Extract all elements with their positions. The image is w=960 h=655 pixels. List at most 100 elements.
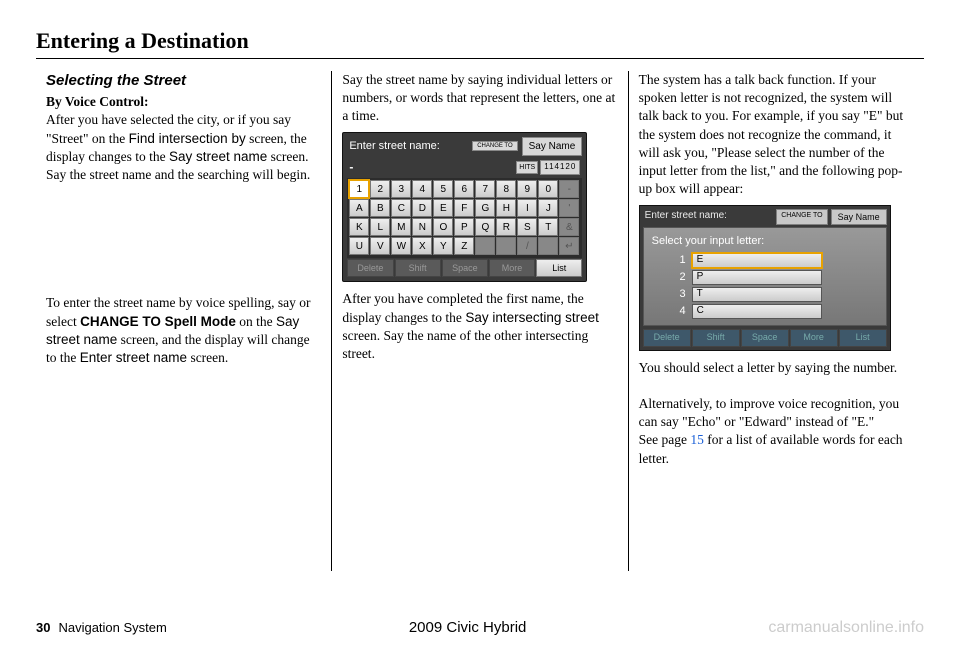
text: screen. — [187, 350, 228, 365]
ui-say-intersecting-street: Say intersecting street — [465, 310, 599, 325]
bold-change-to-spell: CHANGE TO Spell Mode — [80, 314, 236, 329]
key-h: H — [496, 199, 516, 217]
nav-space-button: Space — [442, 259, 488, 277]
key-e: E — [433, 199, 453, 217]
popup-delete-button: Delete — [643, 329, 691, 347]
key-l: L — [370, 218, 390, 236]
key-d: D — [412, 199, 432, 217]
key-o: O — [433, 218, 453, 236]
popup-num-1: 1 — [676, 253, 686, 268]
key-k: K — [349, 218, 369, 236]
key-dash: - — [559, 180, 579, 198]
key-8: 8 — [496, 180, 516, 198]
key-blank2 — [496, 237, 516, 255]
nav-list-button: List — [536, 259, 582, 277]
key-g: G — [475, 199, 495, 217]
popup-bg-label: Enter street name: — [643, 209, 774, 225]
key-0: 0 — [538, 180, 558, 198]
nav-keyboard: 1 2 3 4 5 6 7 8 9 0 - A B — [347, 178, 582, 258]
popup-val-3: T — [692, 287, 822, 302]
para-talkback: The system has a talk back function. If … — [639, 71, 914, 199]
nav-delete-button: Delete — [347, 259, 393, 277]
nav-change-to-chip: CHANGE TO — [472, 141, 517, 151]
subhead-voice-control: By Voice Control: — [46, 94, 149, 109]
footer-model: 2009 Civic Hybrid — [167, 619, 768, 636]
key-j: J — [538, 199, 558, 217]
key-m: M — [391, 218, 411, 236]
column-1: Selecting the Street By Voice Control: A… — [36, 71, 331, 571]
popup-title: Select your input letter: — [652, 234, 878, 249]
text: See page — [639, 432, 691, 447]
page-link-15[interactable]: 15 — [690, 432, 704, 447]
key-blank1 — [475, 237, 495, 255]
key-v: V — [370, 237, 390, 255]
key-q: Q — [475, 218, 495, 236]
text: screen. Say the name of the other inters… — [342, 328, 588, 361]
nav-input-cursor: - — [349, 159, 353, 175]
key-7: 7 — [475, 180, 495, 198]
key-enter-icon: ↵ — [559, 237, 579, 255]
key-r: R — [496, 218, 516, 236]
para-voice-intro: By Voice Control: After you have selecte… — [46, 93, 321, 184]
nav-shift-button: Shift — [395, 259, 441, 277]
popup-val-2: P — [692, 270, 822, 285]
key-blank3 — [538, 237, 558, 255]
key-5: 5 — [433, 180, 453, 198]
nav-more-button: More — [489, 259, 535, 277]
popup-change-to: CHANGE TO — [776, 209, 827, 225]
nav-hits-value: 114120 — [540, 160, 580, 175]
nav-keyboard-screenshot: Enter street name: CHANGE TO Say Name - … — [342, 132, 587, 283]
text: on the — [236, 314, 276, 329]
key-3: 3 — [391, 180, 411, 198]
ui-enter-street-name: Enter street name — [80, 350, 187, 365]
key-u: U — [349, 237, 369, 255]
nav-header-label: Enter street name: — [347, 139, 468, 154]
page-footer: 30 Navigation System 2009 Civic Hybrid c… — [36, 619, 924, 637]
para-say-letters: Say the street name by saying individual… — [342, 71, 617, 126]
key-amp: & — [559, 218, 579, 236]
column-3: The system has a talk back function. If … — [628, 71, 924, 571]
key-s: S — [517, 218, 537, 236]
footer-watermark: carmanualsonline.info — [768, 619, 924, 637]
ui-find-intersection: Find intersection by — [129, 131, 246, 146]
content-columns: Selecting the Street By Voice Control: A… — [36, 71, 924, 571]
key-9: 9 — [517, 180, 537, 198]
para-after-first-name: After you have completed the first name,… — [342, 290, 617, 363]
key-a: A — [349, 199, 369, 217]
popup-num-2: 2 — [676, 270, 686, 285]
para-spell-mode: To enter the street name by voice spelli… — [46, 294, 321, 367]
footer-system-name: Navigation System — [58, 620, 166, 635]
popup-val-4: C — [692, 304, 822, 319]
popup-more-button: More — [790, 329, 838, 347]
popup-num-3: 3 — [676, 287, 686, 302]
popup-space-button: Space — [741, 329, 789, 347]
nav-say-name-button: Say Name — [522, 137, 583, 157]
key-x: X — [412, 237, 432, 255]
nav-hits-label: HITS — [516, 161, 538, 174]
para-select-by-number: You should select a letter by saying the… — [639, 359, 914, 377]
key-4: 4 — [412, 180, 432, 198]
key-t: T — [538, 218, 558, 236]
section-title: Selecting the Street — [46, 71, 321, 91]
text: Alternatively, to improve voice recognit… — [639, 396, 899, 429]
column-2: Say the street name by saying individual… — [331, 71, 627, 571]
key-c: C — [391, 199, 411, 217]
popup-shift-button: Shift — [692, 329, 740, 347]
para-alternative: Alternatively, to improve voice recognit… — [639, 395, 914, 468]
popup-option-1: 1 E — [676, 253, 878, 268]
popup-option-3: 3 T — [676, 287, 878, 302]
key-y: Y — [433, 237, 453, 255]
popup-list-button: List — [839, 329, 887, 347]
popup-num-4: 4 — [676, 304, 686, 319]
popup-say-name: Say Name — [831, 209, 887, 225]
key-6: 6 — [454, 180, 474, 198]
key-apostrophe: ' — [559, 199, 579, 217]
key-slash: / — [517, 237, 537, 255]
page-title: Entering a Destination — [36, 28, 924, 59]
popup-option-2: 2 P — [676, 270, 878, 285]
key-w: W — [391, 237, 411, 255]
key-z: Z — [454, 237, 474, 255]
key-2: 2 — [370, 180, 390, 198]
key-i: I — [517, 199, 537, 217]
key-b: B — [370, 199, 390, 217]
